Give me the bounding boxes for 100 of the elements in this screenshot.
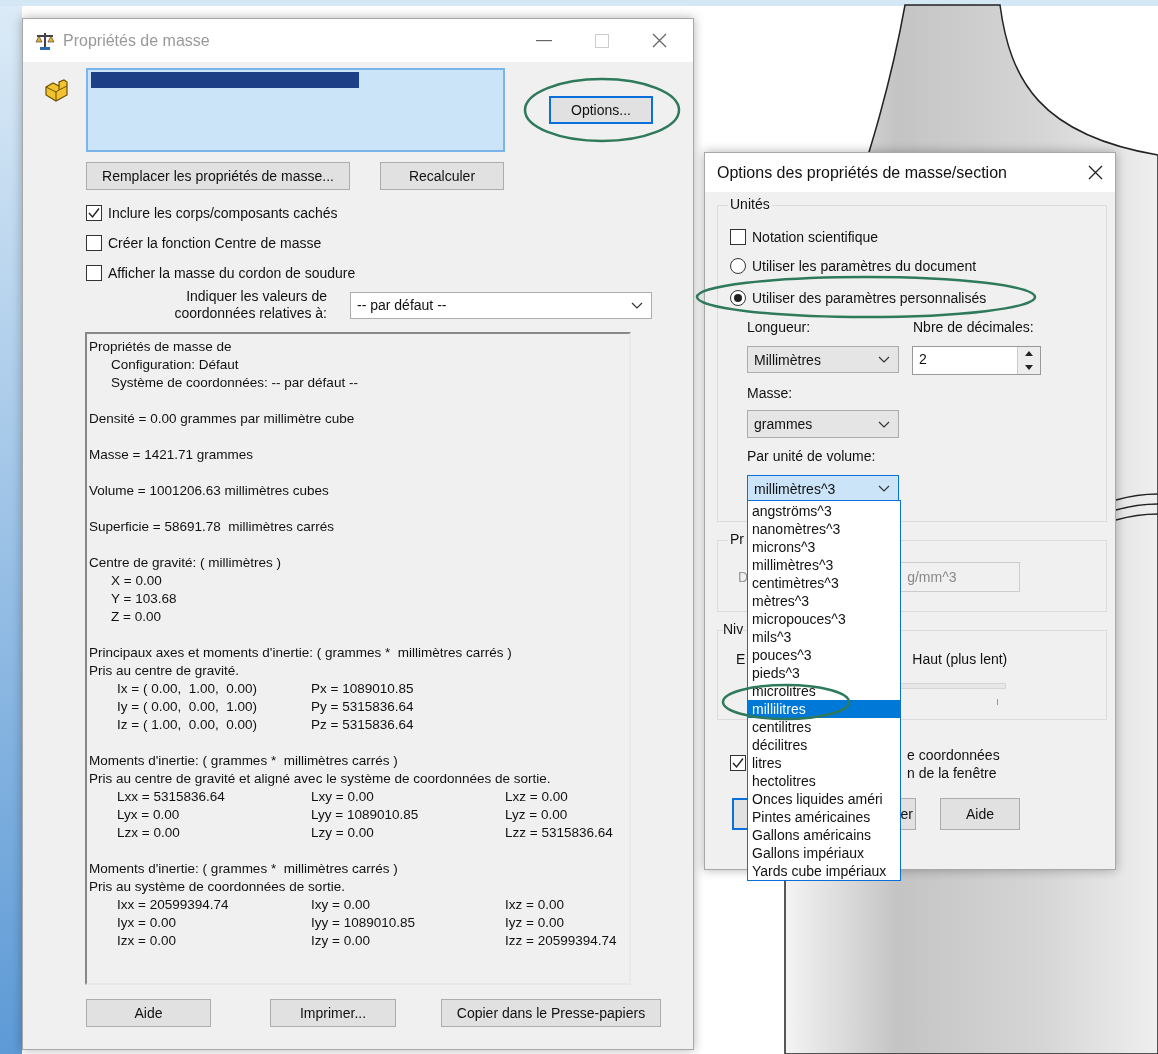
dropdown-option[interactable]: Pintes américaines	[748, 808, 900, 826]
slider-tick	[997, 699, 998, 705]
checkbox-label: e coordonnées	[907, 746, 1000, 764]
dialog-button[interactable]: Copier dans le Presse-papiers	[441, 999, 661, 1027]
group-label: Niv	[723, 621, 744, 637]
slider-track[interactable]	[899, 683, 1006, 689]
checkbox[interactable]	[86, 265, 102, 281]
report-line: Moments d'inertie: ( grammes * millimètres carrés )	[89, 860, 399, 878]
report-value: Lzy = 0.00	[311, 824, 375, 842]
checkbox[interactable]	[730, 229, 746, 245]
replace-mass-properties-button[interactable]: Remplacer les propriétés de masse...	[86, 162, 350, 190]
report-line: Moments d'inertie: ( grammes * millimètres carrés )	[89, 752, 399, 770]
report-value: Lyx = 0.00	[117, 806, 181, 824]
dropdown-option[interactable]: nanomètres^3	[748, 520, 900, 538]
report-line: Pris au centre de gravité et aligné avec le système de coordonnées de sortie.	[89, 770, 552, 788]
decimals-label: Nbre de décimales:	[913, 319, 1034, 335]
window-title: Propriétés de masse	[63, 31, 210, 50]
report-value: Lyz = 0.00	[505, 806, 569, 824]
report-value: Pz = 5315836.64	[311, 716, 415, 734]
report-value: Ixz = 0.00	[505, 896, 565, 914]
report-value: Ix = ( 0.00, 1.00, 0.00)	[117, 680, 258, 698]
dropdown-option[interactable]: millilitres	[748, 700, 900, 718]
checkbox[interactable]	[86, 235, 102, 251]
dialog-button[interactable]: Aide	[940, 798, 1020, 830]
close-icon[interactable]	[1088, 165, 1103, 180]
dropdown-option[interactable]: millimètres^3	[748, 556, 900, 574]
group-label: Pr	[728, 531, 746, 547]
report-value: Lzx = 0.00	[117, 824, 181, 842]
part-block-icon	[43, 78, 69, 104]
radio-button[interactable]	[730, 290, 746, 306]
minimize-icon[interactable]	[536, 39, 552, 42]
dialog-title: Options des propriétés de masse/section	[717, 163, 1007, 182]
report-value: Iyy = 1089010.85	[311, 914, 416, 932]
mass-label: Masse:	[747, 385, 794, 401]
dropdown-option[interactable]: centimètres^3	[748, 574, 900, 592]
dropdown-option[interactable]: microns^3	[748, 538, 900, 556]
dialog-button[interactable]: Aide	[86, 999, 211, 1027]
report-line: Centre de gravité: ( millimètres )	[89, 554, 283, 572]
report-value: Lyy = 1089010.85	[311, 806, 420, 824]
up-arrow-icon[interactable]	[1025, 351, 1033, 357]
dropdown-option[interactable]: Onces liquides améri	[748, 790, 900, 808]
group-label: Unités	[728, 196, 772, 212]
checkbox-label: n de la fenêtre	[907, 764, 998, 782]
report-line: Z = 0.00	[110, 608, 162, 626]
report-line: Masse = 1421.71 grammes	[89, 446, 254, 464]
options-button[interactable]: Options...	[549, 96, 653, 124]
checkbox[interactable]	[86, 205, 102, 221]
dropdown-option[interactable]: angströms^3	[748, 502, 900, 520]
report-line: Principaux axes et moments d'inertie: ( grammes * millimètres carrés )	[89, 644, 513, 662]
relative-coordinates-label: Indiquer les valeurs de	[186, 288, 327, 305]
length-select[interactable]: Millimètres	[747, 346, 899, 373]
dropdown-option[interactable]: décilitres	[748, 736, 900, 754]
dropdown-option[interactable]: centilitres	[748, 718, 900, 736]
selection-list[interactable]	[86, 68, 505, 152]
dropdown-option[interactable]: pouces^3	[748, 646, 900, 664]
decimals-spinner[interactable]: 2	[912, 346, 1041, 375]
report-line: Y = 103.68	[110, 590, 178, 608]
mass-select[interactable]: grammes	[747, 410, 899, 438]
report-value: Izx = 0.00	[117, 932, 177, 950]
report-value: Izy = 0.00	[311, 932, 371, 950]
checkbox-label: Inclure les corps/composants cachés	[108, 205, 338, 221]
checkbox-label: Afficher la masse du cordon de soudure	[108, 265, 356, 281]
dialog-button[interactable]: Imprimer...	[270, 999, 396, 1027]
radio-button[interactable]	[730, 258, 746, 274]
dropdown-option[interactable]: hectolitres	[748, 772, 900, 790]
report-line: Propriétés de masse de	[89, 338, 233, 356]
dropdown-option[interactable]: mils^3	[748, 628, 900, 646]
report-line: Densité = 0.00 grammes par millimètre cube	[89, 410, 356, 428]
recalculate-button[interactable]: Recalculer	[380, 162, 504, 190]
report-line: Système de coordonnées: -- par défaut --	[110, 374, 359, 392]
dropdown-option[interactable]: Yards cube impériaux	[748, 862, 900, 880]
chevron-down-icon	[878, 485, 890, 492]
dropdown-option[interactable]: litres	[748, 754, 900, 772]
chevron-down-icon	[878, 420, 890, 428]
dropdown-option[interactable]: micropouces^3	[748, 610, 900, 628]
report-value: Px = 1089010.85	[311, 680, 415, 698]
dropdown-option[interactable]: mètres^3	[748, 592, 900, 610]
report-value: Lxz = 0.00	[505, 788, 569, 806]
volume-unit-select[interactable]: millimètres^3	[747, 475, 899, 502]
down-arrow-icon[interactable]	[1025, 364, 1033, 370]
report-line: Configuration: Défaut	[110, 356, 240, 374]
report-line: Superficie = 58691.78 millimètres carrés	[89, 518, 335, 536]
relative-coordinates-label: coordonnées relatives à:	[174, 305, 327, 322]
checkbox-label: Créer la fonction Centre de masse	[108, 235, 322, 251]
density-label: D	[738, 569, 749, 585]
report-value: Ixy = 0.00	[311, 896, 371, 914]
dropdown-option[interactable]: Gallons américains	[748, 826, 900, 844]
report-value: Iyx = 0.00	[117, 914, 177, 932]
length-label: Longueur:	[747, 319, 812, 335]
report-line: Volume = 1001206.63 millimètres cubes	[89, 482, 330, 500]
chevron-down-icon	[631, 301, 643, 309]
slider-low-label: E	[736, 651, 746, 667]
dropdown-option[interactable]: pieds^3	[748, 664, 900, 682]
checkbox[interactable]	[730, 755, 746, 771]
report-line: Pris au centre de gravité.	[89, 662, 241, 680]
radio-label: Utiliser les paramètres du document	[752, 258, 977, 274]
dropdown-option[interactable]: microlitres	[748, 682, 900, 700]
dropdown-option[interactable]: Gallons impériaux	[748, 844, 900, 862]
coordinate-system-select[interactable]: -- par défaut --	[350, 291, 652, 319]
report-value: Lxy = 0.00	[311, 788, 375, 806]
